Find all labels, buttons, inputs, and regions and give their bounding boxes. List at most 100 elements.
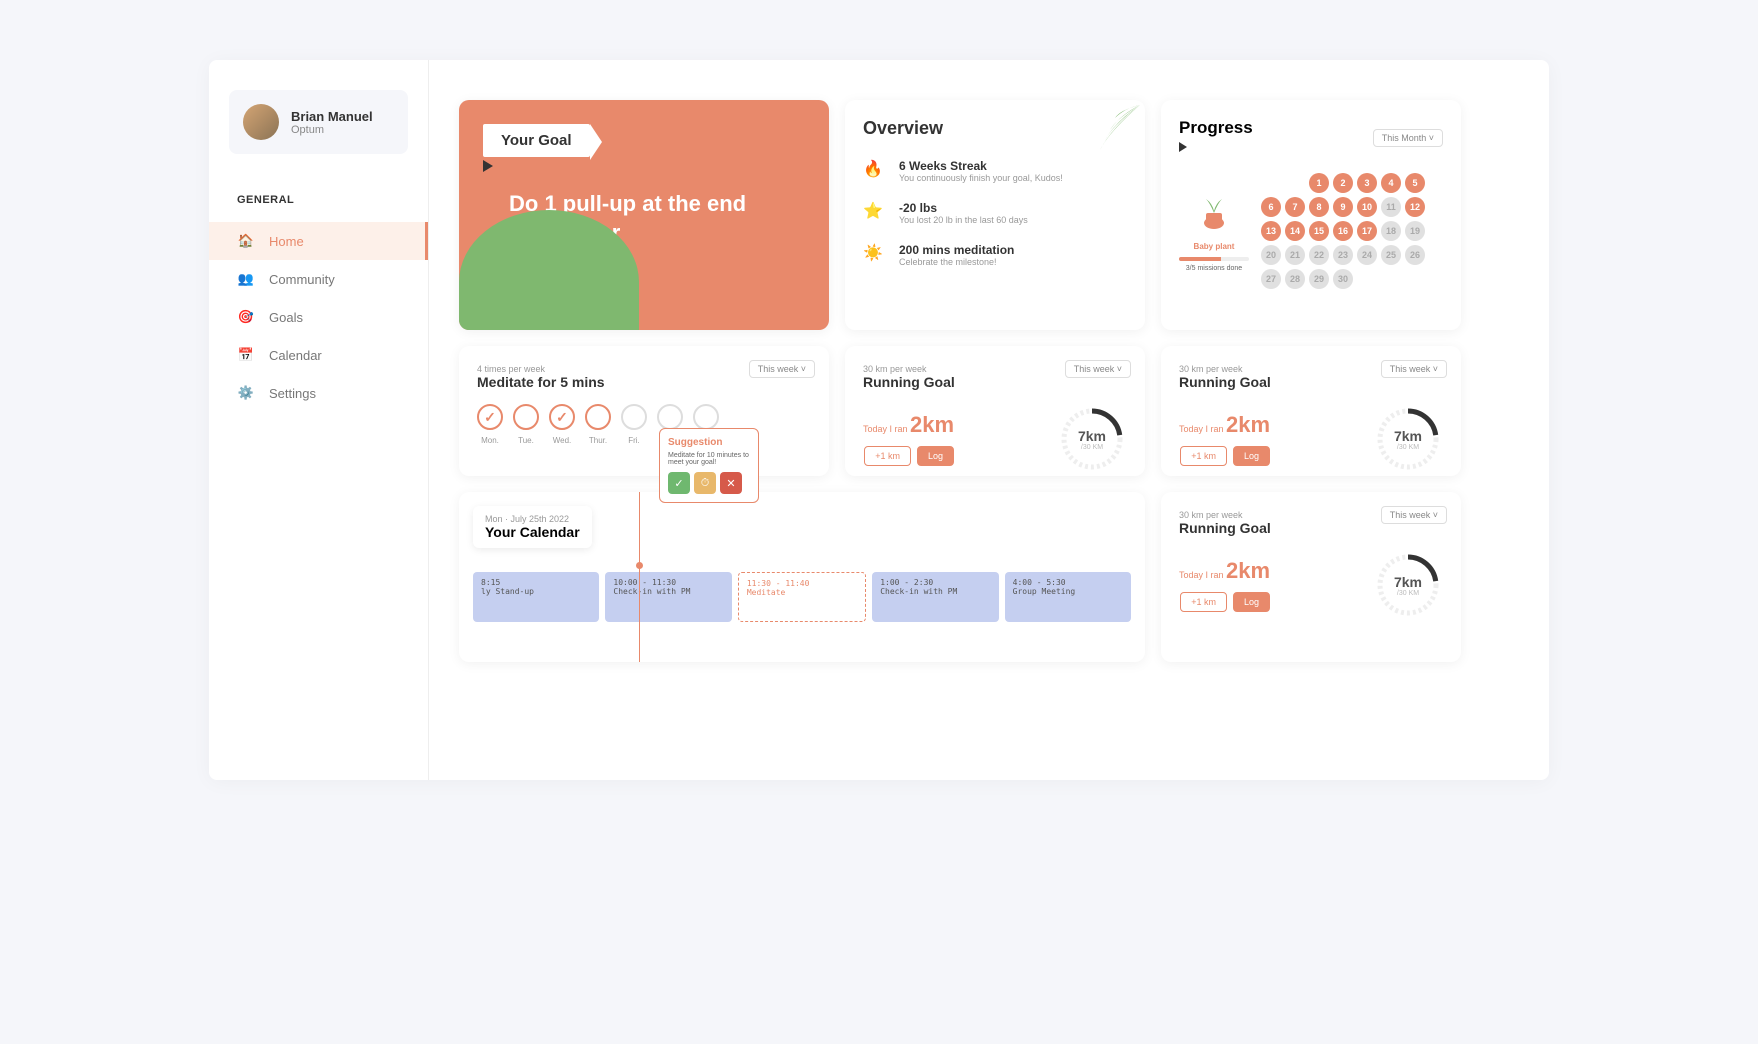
overview-icon: 🔥 — [863, 159, 887, 183]
overview-icon: ⭐ — [863, 201, 887, 225]
event-title: Meditate — [747, 588, 857, 597]
calendar-event[interactable]: 4:00 - 5:30 Group Meeting — [1005, 572, 1131, 622]
running-dropdown[interactable]: This week ˅ — [1381, 360, 1447, 378]
progress-day[interactable]: 15 — [1309, 221, 1329, 241]
gauge-icon: 7km/30 KM — [1057, 404, 1127, 474]
add-km-button[interactable]: +1 km — [1180, 446, 1227, 466]
overview-item-title: -20 lbs — [899, 201, 1028, 215]
day-circle-icon — [657, 404, 683, 430]
habit-day[interactable]: Tue. — [513, 404, 539, 445]
missions-text: 3/5 missions done — [1179, 265, 1249, 272]
progress-day[interactable]: 25 — [1381, 245, 1401, 265]
suggestion-dismiss-button[interactable]: ✕ — [720, 472, 742, 494]
progress-day[interactable]: 16 — [1333, 221, 1353, 241]
profile-card[interactable]: Brian Manuel Optum — [229, 90, 408, 154]
today-label: Today I ran — [1179, 570, 1226, 580]
progress-day[interactable]: 17 — [1357, 221, 1377, 241]
running-dropdown[interactable]: This week ˅ — [1381, 506, 1447, 524]
habit-day[interactable]: Fri. — [621, 404, 647, 445]
habit-day[interactable]: Thur. — [585, 404, 611, 445]
plant-name: Baby plant — [1179, 242, 1249, 251]
progress-day[interactable]: 6 — [1261, 197, 1281, 217]
event-time: 11:30 - 11:40 — [747, 579, 857, 588]
habit-day[interactable]: Mon. — [477, 404, 503, 445]
progress-day[interactable]: 21 — [1285, 245, 1305, 265]
progress-dropdown[interactable]: This Month ˅ — [1373, 129, 1443, 147]
habit-dropdown[interactable]: This week ˅ — [749, 360, 815, 378]
today-value: 2km — [910, 412, 954, 437]
progress-day[interactable]: 30 — [1333, 269, 1353, 289]
suggestion-accept-button[interactable]: ✓ — [668, 472, 690, 494]
calendar-card: Mon · July 25th 2022 Your Calendar Sugge… — [459, 492, 1145, 662]
nav-item-settings[interactable]: ⚙️ Settings — [209, 374, 428, 412]
progress-day[interactable]: 23 — [1333, 245, 1353, 265]
overview-item-sub: You lost 20 lb in the last 60 days — [899, 215, 1028, 225]
profile-org: Optum — [291, 124, 373, 136]
nav-item-home[interactable]: 🏠 Home — [209, 222, 428, 260]
suggestion-snooze-button[interactable]: ⏱ — [694, 472, 716, 494]
progress-calendar: 1234567891011121314151617181920212223242… — [1261, 173, 1425, 289]
goal-card: Your Goal Do 1 pull-up at the end of the… — [459, 100, 829, 330]
event-time: 10:00 - 11:30 — [613, 578, 723, 587]
suggestion-text: Meditate for 10 minutes to meet your goa… — [668, 452, 750, 466]
log-button[interactable]: Log — [1233, 592, 1270, 612]
progress-day[interactable]: 27 — [1261, 269, 1281, 289]
progress-day[interactable]: 1 — [1309, 173, 1329, 193]
progress-day[interactable]: 28 — [1285, 269, 1305, 289]
add-km-button[interactable]: +1 km — [864, 446, 911, 466]
progress-day[interactable]: 4 — [1381, 173, 1401, 193]
calendar-event[interactable]: 8:15 ly Stand-up — [473, 572, 599, 622]
progress-day[interactable]: 18 — [1381, 221, 1401, 241]
settings-icon: ⚙️ — [237, 384, 255, 402]
overview-item-sub: You continuously finish your goal, Kudos… — [899, 173, 1063, 183]
calendar-event[interactable]: 11:30 - 11:40 Meditate — [738, 572, 866, 622]
leaf-icon — [1065, 100, 1145, 170]
goals-icon: 🎯 — [237, 308, 255, 326]
progress-day[interactable]: 7 — [1285, 197, 1305, 217]
progress-day[interactable]: 12 — [1405, 197, 1425, 217]
overview-item: ☀️ 200 mins meditation Celebrate the mil… — [863, 243, 1127, 267]
progress-day[interactable]: 5 — [1405, 173, 1425, 193]
day-circle-icon — [549, 404, 575, 430]
progress-day[interactable]: 24 — [1357, 245, 1377, 265]
progress-title: Progress — [1179, 118, 1253, 138]
progress-day[interactable]: 8 — [1309, 197, 1329, 217]
progress-day[interactable]: 13 — [1261, 221, 1281, 241]
nav-label: Settings — [269, 386, 316, 401]
progress-day[interactable]: 11 — [1381, 197, 1401, 217]
log-button[interactable]: Log — [917, 446, 954, 466]
progress-day[interactable]: 9 — [1333, 197, 1353, 217]
nav-item-goals[interactable]: 🎯 Goals — [209, 298, 428, 336]
calendar-event[interactable]: 10:00 - 11:30 Check-in with PM — [605, 572, 731, 622]
progress-day[interactable]: 14 — [1285, 221, 1305, 241]
gauge-sub: /30 KM — [1397, 590, 1419, 597]
suggestion-title: Suggestion — [668, 437, 750, 448]
nav-item-calendar[interactable]: 📅 Calendar — [209, 336, 428, 374]
progress-day[interactable]: 3 — [1357, 173, 1377, 193]
event-time: 8:15 — [481, 578, 591, 587]
progress-day[interactable]: 19 — [1405, 221, 1425, 241]
day-circle-icon — [621, 404, 647, 430]
progress-day[interactable]: 29 — [1309, 269, 1329, 289]
running-card-1: This week ˅ 30 km per week Running Goal … — [845, 346, 1145, 476]
today-value: 2km — [1226, 558, 1270, 583]
gauge-value: 7km — [1394, 574, 1422, 590]
nav-label: Goals — [269, 310, 303, 325]
habit-day[interactable]: Wed. — [549, 404, 575, 445]
nav-item-community[interactable]: 👥 Community — [209, 260, 428, 298]
event-title: Group Meeting — [1013, 587, 1123, 596]
running-card-3: This week ˅ 30 km per week Running Goal … — [1161, 492, 1461, 662]
day-label: Wed. — [549, 436, 575, 445]
now-indicator — [636, 562, 643, 569]
progress-day[interactable]: 22 — [1309, 245, 1329, 265]
progress-day[interactable]: 20 — [1261, 245, 1281, 265]
log-button[interactable]: Log — [1233, 446, 1270, 466]
progress-day[interactable]: 2 — [1333, 173, 1353, 193]
flag-icon — [483, 160, 493, 172]
progress-day[interactable]: 10 — [1357, 197, 1377, 217]
gauge-value: 7km — [1394, 428, 1422, 444]
calendar-event[interactable]: 1:00 - 2:30 Check-in with PM — [872, 572, 998, 622]
add-km-button[interactable]: +1 km — [1180, 592, 1227, 612]
progress-day[interactable]: 26 — [1405, 245, 1425, 265]
running-dropdown[interactable]: This week ˅ — [1065, 360, 1131, 378]
